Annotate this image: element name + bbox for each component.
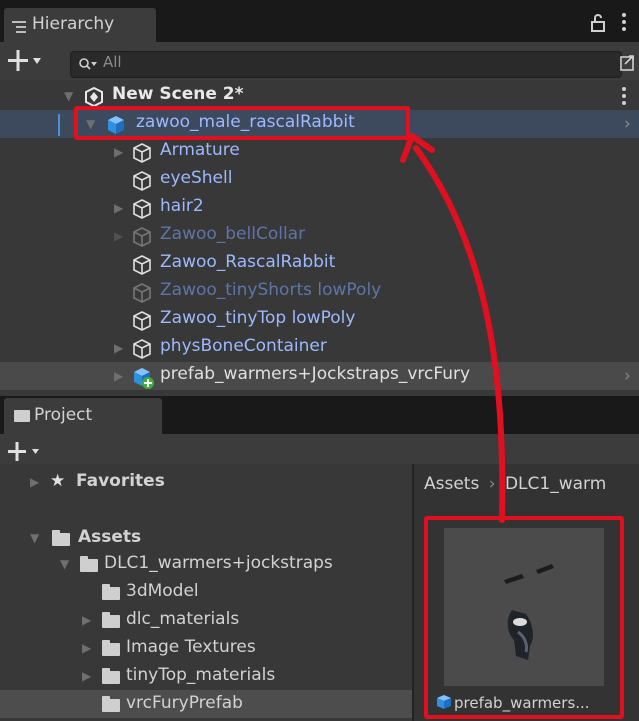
drag-arrow-annotation [400, 133, 506, 523]
